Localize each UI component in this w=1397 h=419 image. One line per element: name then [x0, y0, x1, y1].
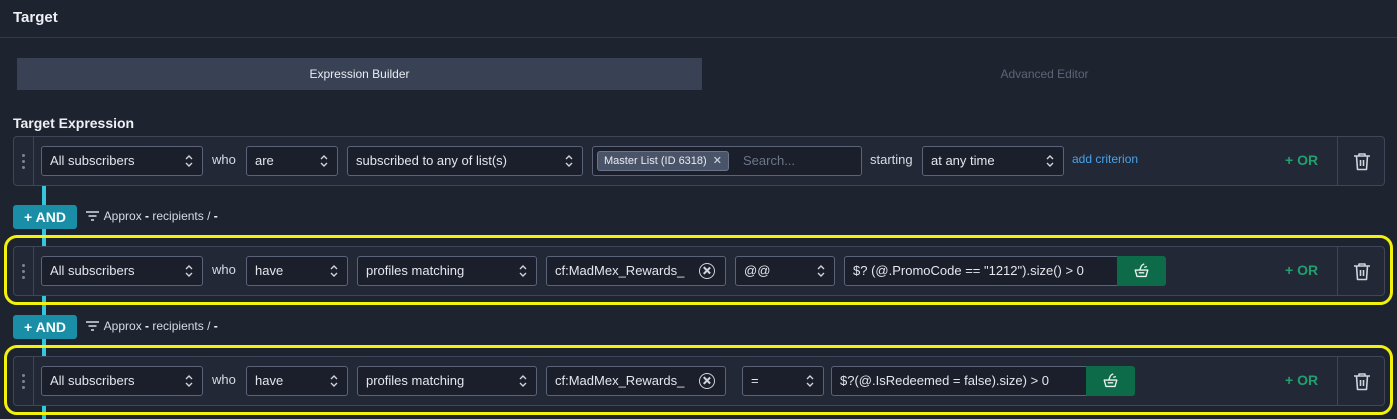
field-input[interactable]: cf:MadMex_Rewards_: [546, 366, 726, 396]
clear-icon[interactable]: [699, 373, 715, 389]
divider: [1337, 357, 1338, 405]
subject-select[interactable]: All subscribers: [41, 366, 203, 396]
chevron-updown-icon: [519, 375, 527, 387]
condition-value: profiles matching: [366, 263, 465, 278]
trash-icon[interactable]: [1353, 372, 1371, 391]
verb-select[interactable]: are: [246, 146, 338, 176]
or-button[interactable]: + OR: [1285, 372, 1318, 388]
starting-label: starting: [870, 152, 913, 167]
verb-value: are: [255, 153, 274, 168]
approx-label: Approx: [103, 209, 142, 223]
approx-label: Approx: [103, 319, 142, 333]
condition-select[interactable]: subscribed to any of list(s): [347, 146, 583, 176]
or-button[interactable]: + OR: [1285, 152, 1318, 168]
chevron-updown-icon: [330, 265, 338, 277]
panel-header: Target: [0, 0, 1397, 38]
chevron-updown-icon: [565, 155, 573, 167]
subject-value: All subscribers: [50, 373, 135, 388]
timing-select[interactable]: at any time: [922, 146, 1064, 176]
and-button[interactable]: + AND: [13, 315, 77, 339]
verb-select[interactable]: have: [246, 256, 348, 286]
or-button[interactable]: + OR: [1285, 262, 1318, 278]
divider: [1337, 247, 1338, 295]
drag-handle-icon[interactable]: [14, 247, 34, 295]
list-search-placeholder[interactable]: Search...: [743, 147, 795, 175]
condition-select[interactable]: profiles matching: [357, 366, 537, 396]
who-label: who: [212, 372, 236, 387]
chevron-updown-icon: [185, 155, 193, 167]
and-button[interactable]: + AND: [13, 205, 77, 229]
recipients-label: recipients /: [152, 319, 211, 333]
expression-value: $? (@.PromoCode == "1212").size() > 0: [853, 263, 1084, 278]
who-label: who: [212, 152, 236, 167]
drag-handle-icon[interactable]: [14, 137, 34, 185]
operator-value: @@: [744, 263, 771, 278]
wand-button[interactable]: [1086, 366, 1135, 396]
field-value: cf:MadMex_Rewards_: [555, 373, 685, 388]
operator-value: =: [751, 373, 759, 388]
add-criterion-link[interactable]: add criterion: [1072, 152, 1138, 166]
chevron-updown-icon: [320, 155, 328, 167]
tab-advanced-editor[interactable]: Advanced Editor: [702, 58, 1387, 90]
subject-select[interactable]: All subscribers: [41, 256, 203, 286]
verb-value: have: [255, 373, 284, 388]
remove-chip-icon[interactable]: ✕: [713, 155, 722, 167]
approx-recipients: Approx - recipients / -: [86, 319, 218, 333]
chevron-updown-icon: [185, 265, 193, 277]
verb-select[interactable]: have: [246, 366, 348, 396]
verb-value: have: [255, 263, 284, 278]
who-label: who: [212, 262, 236, 277]
criterion-row: All subscribers who have profiles matchi…: [13, 246, 1385, 296]
section-title: Target Expression: [13, 115, 135, 131]
approx-count: -: [145, 209, 150, 223]
condition-select[interactable]: profiles matching: [357, 256, 537, 286]
operator-select[interactable]: @@: [735, 256, 835, 286]
trash-icon[interactable]: [1353, 152, 1371, 171]
field-input[interactable]: cf:MadMex_Rewards_: [546, 256, 726, 286]
mode-tabs: Expression Builder Advanced Editor: [17, 58, 1387, 90]
filter-icon: [86, 321, 99, 331]
list-chip-label: Master List (ID 6318): [604, 155, 707, 167]
recipients-total: -: [213, 209, 218, 223]
tab-expression-builder[interactable]: Expression Builder: [17, 58, 702, 90]
drag-handle-icon[interactable]: [14, 357, 34, 405]
subject-value: All subscribers: [50, 153, 135, 168]
wand-icon: [1103, 373, 1118, 388]
criterion-row: All subscribers who have profiles matchi…: [13, 356, 1385, 406]
approx-count: -: [145, 319, 150, 333]
chevron-updown-icon: [185, 375, 193, 387]
field-value: cf:MadMex_Rewards_: [555, 263, 685, 278]
clear-icon[interactable]: [699, 263, 715, 279]
subject-select[interactable]: All subscribers: [41, 146, 203, 176]
wand-button[interactable]: [1117, 256, 1166, 286]
expression-value: $?(@.IsRedeemed = false).size) > 0: [840, 373, 1050, 388]
trash-icon[interactable]: [1353, 262, 1371, 281]
chevron-updown-icon: [817, 265, 825, 277]
approx-recipients: Approx - recipients / -: [86, 209, 218, 223]
chevron-updown-icon: [330, 375, 338, 387]
expression-input[interactable]: $? (@.PromoCode == "1212").size() > 0: [844, 256, 1118, 286]
expression-input[interactable]: $?(@.IsRedeemed = false).size) > 0: [831, 366, 1087, 396]
subject-value: All subscribers: [50, 263, 135, 278]
condition-value: subscribed to any of list(s): [356, 153, 508, 168]
operator-select[interactable]: =: [742, 366, 824, 396]
list-chip: Master List (ID 6318) ✕: [597, 151, 729, 171]
chevron-updown-icon: [519, 265, 527, 277]
condition-value: profiles matching: [366, 373, 465, 388]
wand-icon: [1134, 263, 1149, 278]
recipients-total: -: [213, 319, 218, 333]
panel-title: Target: [13, 9, 58, 26]
chevron-updown-icon: [1046, 155, 1054, 167]
criterion-row: All subscribers who are subscribed to an…: [13, 136, 1385, 186]
divider: [1337, 137, 1338, 185]
chevron-updown-icon: [806, 375, 814, 387]
recipients-label: recipients /: [152, 209, 211, 223]
filter-icon: [86, 211, 99, 221]
list-picker[interactable]: Master List (ID 6318) ✕ Search...: [592, 146, 862, 176]
timing-value: at any time: [931, 153, 995, 168]
